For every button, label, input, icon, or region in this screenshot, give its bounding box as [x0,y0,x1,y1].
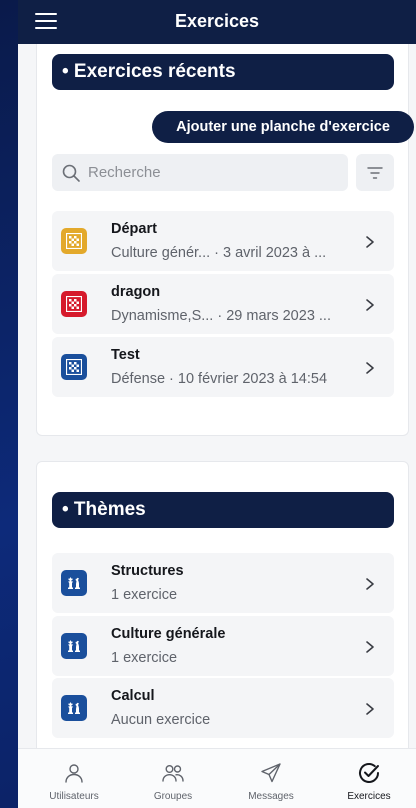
recent-exercises-heading: • Exercices récents [52,54,394,90]
exercise-subtitle: Dynamisme,S... · 29 mars 2023 ... [111,308,331,324]
theme-subtitle: 1 exercice [111,650,178,666]
theme-item[interactable]: Calcul Aucun exercice [52,678,394,738]
chevron-right-icon [366,236,374,248]
themes-card: • Thèmes Structures 1 exercice Culture g… [36,461,409,761]
search-box [52,154,348,191]
theme-item[interactable]: Structures 1 exercice [52,553,394,613]
chevron-right-icon [366,578,374,590]
chessboard-icon [61,291,87,317]
chevron-right-icon [366,703,374,715]
chessboard-icon [61,354,87,380]
exercise-item[interactable]: Départ Culture génér... · 3 avril 2023 à… [52,211,394,271]
theme-title: Culture générale [111,626,226,642]
recent-exercises-card: • Exercices récents Ajouter une planche … [36,44,414,436]
nav-label: Groupes [153,791,193,802]
exercise-title: dragon [111,284,161,300]
send-icon [261,763,281,783]
chess-pieces-icon [61,695,87,721]
check-circle-icon [359,763,379,783]
group-icon [162,764,184,782]
nav-label: Exercices [347,791,391,802]
page-title: Exercices [174,11,260,31]
nav-item-groupes[interactable]: Groupes [133,749,213,808]
chessboard-icon [61,228,87,254]
exercise-subtitle: Défense · 10 février 2023 à 14:54 [111,371,328,387]
chevron-right-icon [366,641,374,653]
theme-subtitle: 1 exercice [111,587,178,603]
nav-item-exercices[interactable]: Exercices [329,749,409,808]
themes-heading: • Thèmes [52,492,394,528]
nav-item-messages[interactable]: Messages [231,749,311,808]
chess-pieces-icon [61,570,87,596]
exercise-title: Test [111,347,140,363]
theme-title: Structures [111,563,184,579]
top-bar: Exercices [18,0,416,44]
nav-item-utilisateurs[interactable]: Utilisateurs [34,749,114,808]
bottom-navigation: Utilisateurs Groupes Messages Exercices [18,748,416,808]
exercise-item[interactable]: Test Défense · 10 février 2023 à 14:54 [52,337,394,397]
exercise-subtitle: Culture génér... · 3 avril 2023 à ... [111,245,327,261]
filter-icon [367,167,383,179]
chess-pieces-icon [61,633,87,659]
exercise-title: Départ [111,221,157,237]
chevron-right-icon [366,362,374,374]
chevron-right-icon [366,299,374,311]
add-exercise-sheet-button[interactable]: Ajouter une planche d'exercice [152,111,414,143]
theme-title: Calcul [111,688,155,704]
theme-item[interactable]: Culture générale 1 exercice [52,616,394,676]
theme-subtitle: Aucun exercice [111,712,211,728]
nav-label: Utilisateurs [49,791,99,802]
search-icon [62,164,80,182]
exercise-item[interactable]: dragon Dynamisme,S... · 29 mars 2023 ... [52,274,394,334]
app-window: Exercices • Exercices récents Ajouter un… [18,0,416,808]
search-input[interactable] [88,154,338,191]
nav-label: Messages [248,791,294,802]
filter-button[interactable] [356,154,394,191]
user-icon [65,764,83,783]
